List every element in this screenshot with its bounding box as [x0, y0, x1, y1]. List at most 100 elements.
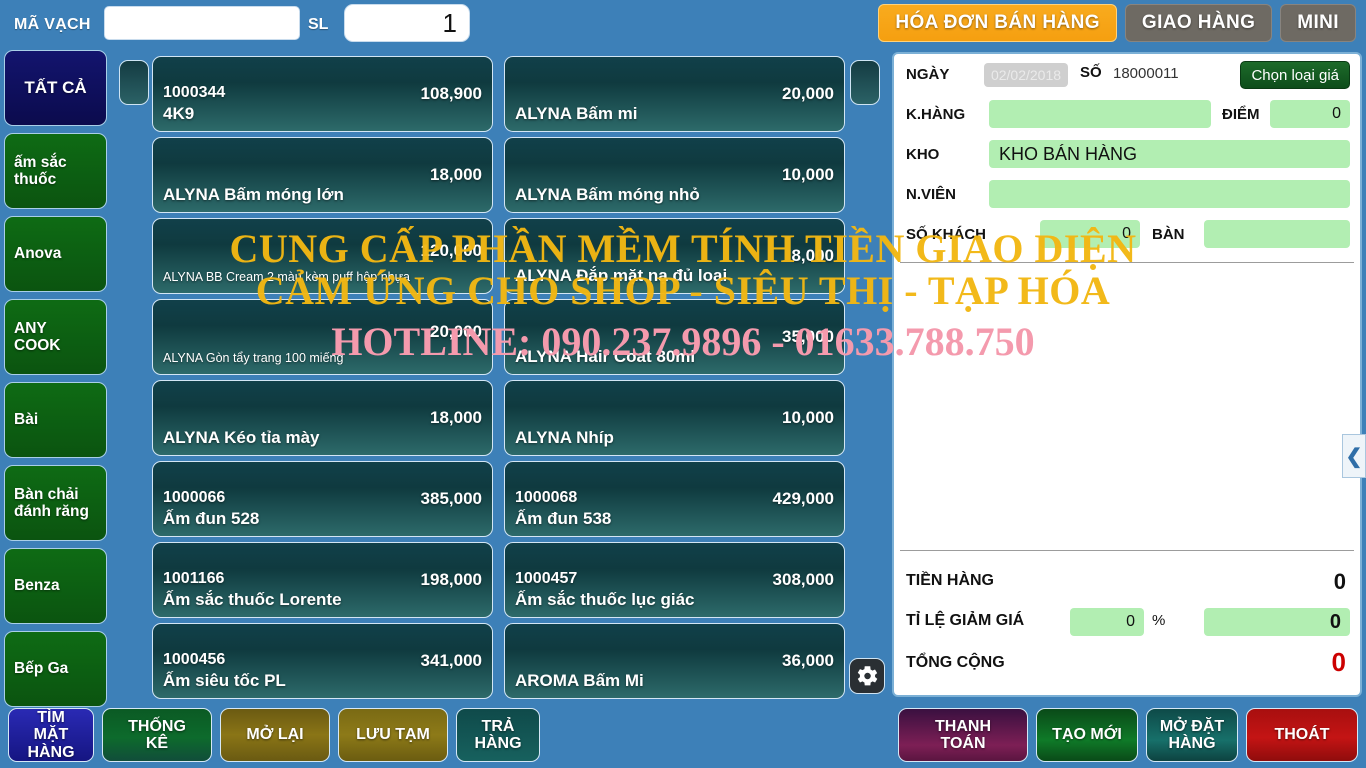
product-price: 120,000: [420, 241, 482, 260]
product-tile[interactable]: 1000457 308,000 Ấm sắc thuốc lục giác: [504, 542, 845, 618]
product-tile[interactable]: 35,000 ALYNA Hair Coat 80ml: [504, 299, 845, 375]
gear-icon[interactable]: [849, 658, 885, 694]
customer-label: K.HÀNG: [906, 106, 966, 123]
select-price-type-button[interactable]: Chọn loại giá: [1240, 61, 1350, 89]
category-item-any-cook[interactable]: ANY COOK: [4, 299, 107, 375]
payment-button[interactable]: THANH TOÁN: [898, 708, 1028, 762]
items-divider: [900, 262, 1354, 263]
product-price: 198,000: [420, 570, 482, 589]
find-item-button[interactable]: TÌM MẶT HÀNG: [8, 708, 94, 762]
category-item-bai[interactable]: Bài: [4, 382, 107, 458]
staff-label: N.VIÊN: [906, 186, 957, 203]
product-name: 4K9: [163, 104, 195, 123]
statistics-button[interactable]: THỐNG KÊ: [102, 708, 212, 762]
category-item-am-sac-thuoc[interactable]: ấm sắc thuốc: [4, 133, 107, 209]
bottom-right-toolbar: THANH TOÁN TẠO MỚI MỞ ĐẶT HÀNG THOÁT: [898, 708, 1358, 762]
subtotal-value: 0: [1333, 569, 1346, 594]
grid-scroll-up-left[interactable]: [119, 60, 149, 105]
product-code: 1001166: [163, 570, 225, 587]
exit-button[interactable]: THOÁT: [1246, 708, 1358, 762]
product-name: ALYNA Hair Coat 80ml: [515, 347, 696, 366]
invoice-items-area[interactable]: [898, 264, 1356, 548]
reopen-button[interactable]: MỞ LẠI: [220, 708, 330, 762]
category-item-benza[interactable]: Benza: [4, 548, 107, 624]
product-name: Ấm đun 528: [163, 509, 260, 528]
date-label: NGÀY: [906, 66, 950, 83]
invoice-guests-row: SỐ KHÁCH 0 BÀN: [894, 220, 1360, 254]
guests-input[interactable]: 0: [1040, 220, 1140, 248]
product-tile[interactable]: 20,000 ALYNA Gòn tẩy trang 100 miếng: [152, 299, 493, 375]
product-price: 10,000: [782, 165, 834, 184]
discount-label: TỈ LỆ GIẢM GIÁ: [906, 612, 1025, 629]
warehouse-label: KHO: [906, 146, 940, 163]
warehouse-input[interactable]: KHO BÁN HÀNG: [989, 140, 1350, 168]
customer-input[interactable]: [989, 100, 1211, 128]
grand-total-row: TỔNG CỘNG 0: [894, 646, 1360, 686]
tab-hoa-don-ban-hang[interactable]: HÓA ĐƠN BÁN HÀNG: [878, 4, 1117, 42]
mode-tabs: HÓA ĐƠN BÁN HÀNG GIAO HÀNG MINI: [878, 4, 1356, 42]
product-name: ALYNA Đắp mặt nạ đủ loại: [515, 266, 728, 285]
quantity-input[interactable]: 1: [344, 4, 470, 42]
create-new-button[interactable]: TẠO MỚI: [1036, 708, 1138, 762]
product-price: 108,900: [420, 84, 482, 103]
product-tile[interactable]: 8,000 ALYNA Đắp mặt nạ đủ loại: [504, 218, 845, 294]
product-name: ALYNA Kéo tỉa mày: [163, 428, 320, 447]
product-tile[interactable]: 1001166 198,000 Ấm sắc thuốc Lorente: [152, 542, 493, 618]
product-tile[interactable]: 36,000 AROMA Bấm Mi: [504, 623, 845, 699]
tab-giao-hang[interactable]: GIAO HÀNG: [1124, 4, 1273, 42]
product-tile[interactable]: 18,000 ALYNA Kéo tỉa mày: [152, 380, 493, 456]
grid-scroll-up-right[interactable]: [850, 60, 880, 105]
category-sidebar: TẤT CẢ ấm sắc thuốc Anova ANY COOK Bài B…: [4, 50, 109, 707]
chevron-left-icon[interactable]: ❮: [1342, 434, 1366, 478]
product-price: 18,000: [430, 165, 482, 184]
product-tile[interactable]: 1000066 385,000 Ấm đun 528: [152, 461, 493, 537]
open-order-button[interactable]: MỞ ĐẶT HÀNG: [1146, 708, 1238, 762]
product-price: 35,000: [782, 327, 834, 346]
product-name: ALYNA Nhíp: [515, 428, 614, 447]
product-price: 36,000: [782, 651, 834, 670]
subtotal-label: TIỀN HÀNG: [906, 572, 994, 589]
product-code: 1000066: [163, 489, 226, 506]
product-name: Ấm sắc thuốc Lorente: [163, 590, 342, 609]
grand-total-value: 0: [1331, 647, 1346, 677]
discount-percent-input[interactable]: 0: [1070, 608, 1144, 636]
table-label: BÀN: [1152, 226, 1185, 243]
product-name: ALYNA Gòn tẩy trang 100 miếng: [163, 351, 344, 365]
tab-mini[interactable]: MINI: [1280, 4, 1356, 42]
product-name: Ấm sắc thuốc lục giác: [515, 590, 695, 609]
product-name: ALYNA Bấm móng lớn: [163, 185, 344, 204]
barcode-input[interactable]: [104, 6, 300, 40]
bottom-left-toolbar: TÌM MẶT HÀNG THỐNG KÊ MỞ LẠI LƯU TẠM TRẢ…: [8, 708, 540, 762]
product-price: 10,000: [782, 408, 834, 427]
category-item-anova[interactable]: Anova: [4, 216, 107, 292]
grand-total-label: TỔNG CỘNG: [906, 654, 1005, 671]
category-item-ban-chai-danh-rang[interactable]: Bàn chải đánh răng: [4, 465, 107, 541]
product-name: Ấm siêu tốc PL: [163, 671, 286, 690]
product-tile[interactable]: 10,000 ALYNA Nhíp: [504, 380, 845, 456]
product-tile[interactable]: 1000068 429,000 Ấm đun 538: [504, 461, 845, 537]
discount-amount-input[interactable]: 0: [1204, 608, 1350, 636]
category-item-tat-ca[interactable]: TẤT CẢ: [4, 50, 107, 126]
product-tile[interactable]: 10,000 ALYNA Bấm móng nhỏ: [504, 137, 845, 213]
product-tile[interactable]: 1000456 341,000 Ấm siêu tốc PL: [152, 623, 493, 699]
product-price: 20,000: [430, 322, 482, 341]
save-temp-button[interactable]: LƯU TẠM: [338, 708, 448, 762]
product-name: AROMA Bấm Mi: [515, 671, 644, 690]
product-tile[interactable]: 20,000 ALYNA Bấm mi: [504, 56, 845, 132]
barcode-label: MÃ VẠCH: [14, 16, 91, 33]
product-tile[interactable]: 120,000 ALYNA BB Cream 2 màu kèm puff hộp…: [152, 218, 493, 294]
product-code: 1000457: [515, 570, 578, 587]
product-tile[interactable]: 1000344 108,900 4K9: [152, 56, 493, 132]
product-price: 385,000: [420, 489, 482, 508]
points-field: 0: [1270, 100, 1350, 128]
percent-symbol: %: [1152, 612, 1166, 629]
invoice-number-value: 18000011: [1113, 65, 1179, 82]
guests-label: SỐ KHÁCH: [906, 226, 987, 243]
table-input[interactable]: [1204, 220, 1350, 248]
category-item-bep-ga[interactable]: Bếp Ga: [4, 631, 107, 707]
date-field[interactable]: 02/02/2018: [984, 63, 1068, 87]
product-tile[interactable]: 18,000 ALYNA Bấm móng lớn: [152, 137, 493, 213]
staff-input[interactable]: [989, 180, 1350, 208]
return-goods-button[interactable]: TRẢ HÀNG: [456, 708, 540, 762]
product-name: ALYNA Bấm mi: [515, 104, 638, 123]
